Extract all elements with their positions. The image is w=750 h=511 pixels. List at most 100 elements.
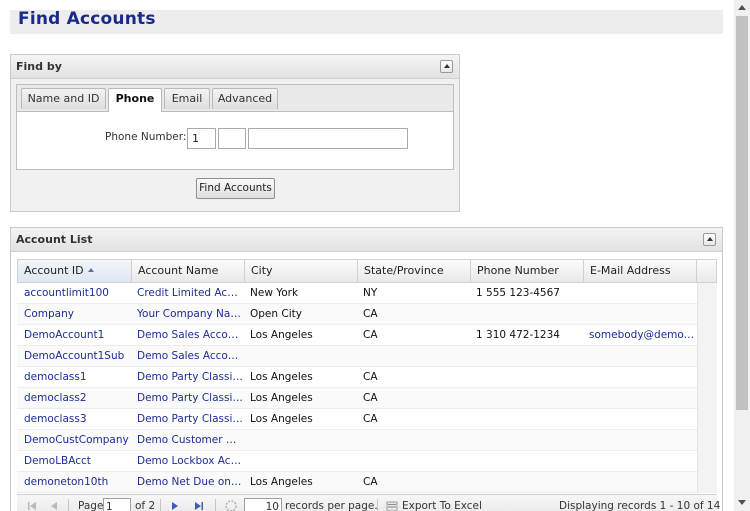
cell-state bbox=[356, 430, 469, 450]
page: Find Accounts Find by Name and ID Phone … bbox=[0, 0, 734, 511]
next-page-icon[interactable] bbox=[169, 500, 181, 511]
cell-email[interactable] bbox=[582, 283, 697, 303]
cell-email[interactable] bbox=[582, 472, 697, 492]
table-row[interactable]: DemoAccount1 Demo Sales Account Los Angele… bbox=[17, 325, 697, 346]
cell-state: CA bbox=[363, 476, 378, 488]
table-row[interactable]: accountlimit100Credit Limited Account New… bbox=[17, 283, 697, 304]
table-row[interactable]: Company Your Company Name Open City CA bbox=[17, 304, 697, 325]
cell-account-name[interactable]: Demo Sales Account bbox=[130, 325, 243, 345]
find-panel-title: Find by bbox=[16, 60, 62, 73]
cell-account-id[interactable]: DemoAccount1Sub bbox=[17, 346, 130, 366]
last-page-icon[interactable] bbox=[193, 500, 205, 511]
refresh-icon[interactable] bbox=[224, 499, 238, 511]
tab-phone[interactable]: Phone bbox=[108, 88, 162, 112]
cell-account-id[interactable]: democlass3 bbox=[17, 409, 130, 429]
column-header-account-id[interactable]: Account ID bbox=[18, 260, 132, 282]
cell-city: Los Angeles bbox=[250, 329, 313, 341]
cell-account-id[interactable]: democlass1 bbox=[17, 367, 130, 387]
cell-email[interactable]: somebody@demo.com bbox=[582, 325, 697, 345]
cell-account-name[interactable]: Demo Net Due on 10th bbox=[130, 472, 243, 492]
cell-account-id[interactable]: accountlimit100 bbox=[17, 283, 130, 303]
column-header-state[interactable]: State/Province bbox=[358, 260, 471, 282]
cell-email[interactable] bbox=[582, 430, 697, 450]
scroll-down-icon[interactable] bbox=[738, 500, 746, 505]
column-header-email[interactable]: E-Mail Address bbox=[584, 260, 697, 282]
phone-area-code-input[interactable] bbox=[218, 128, 246, 149]
cell-account-name[interactable]: Your Company Name bbox=[130, 304, 243, 324]
table-row[interactable]: democlass1Demo Party Classification Los A… bbox=[17, 367, 697, 388]
cell-email[interactable] bbox=[582, 346, 697, 366]
cell-account-name[interactable]: Demo Party Classification bbox=[130, 409, 243, 429]
cell-account-name[interactable]: Demo Party Classification bbox=[130, 388, 243, 408]
separator bbox=[160, 499, 161, 511]
cell-phone bbox=[469, 409, 582, 429]
tab-strip: Name and ID Phone Email Advanced bbox=[17, 85, 453, 112]
find-accounts-button[interactable]: Find Accounts bbox=[196, 178, 275, 199]
table-row[interactable]: democlass2Demo Party Classification Los A… bbox=[17, 388, 697, 409]
cell-account-name[interactable]: Demo Customer Company bbox=[130, 430, 243, 450]
cell-account-id[interactable]: democlass2 bbox=[17, 388, 130, 408]
collapse-icon[interactable] bbox=[440, 60, 453, 73]
window-scrollbar[interactable] bbox=[734, 0, 750, 511]
cell-account-id[interactable]: DemoLBAcct bbox=[17, 451, 130, 471]
table-row[interactable]: DemoAccount1Sub Demo Sales Account bbox=[17, 346, 697, 367]
collapse-icon[interactable] bbox=[703, 233, 716, 246]
page-size-input[interactable]: 10 bbox=[244, 498, 282, 511]
tab-name-and-id[interactable]: Name and ID bbox=[21, 88, 106, 109]
cell-account-name[interactable]: Demo Party Classification bbox=[130, 367, 243, 387]
cell-phone bbox=[469, 388, 582, 408]
cell-state: CA bbox=[363, 392, 378, 404]
scroll-up-icon[interactable] bbox=[738, 5, 746, 10]
export-to-excel-link[interactable]: Export To Excel bbox=[402, 500, 482, 511]
cell-phone bbox=[469, 451, 582, 471]
cell-email[interactable] bbox=[582, 409, 697, 429]
table-row[interactable]: DemoCustCompanyDemo Customer Company bbox=[17, 430, 697, 451]
cell-account-id[interactable]: Company bbox=[17, 304, 130, 324]
cell-account-name[interactable]: Demo Sales Account bbox=[130, 346, 243, 366]
cell-city: New York bbox=[250, 287, 299, 299]
sort-ascending-icon bbox=[87, 268, 94, 272]
cell-email[interactable] bbox=[582, 367, 697, 387]
excel-export-icon[interactable] bbox=[386, 500, 398, 511]
cell-phone bbox=[469, 430, 582, 450]
cell-phone: 1 555 123-4567 bbox=[476, 287, 560, 299]
tab-email[interactable]: Email bbox=[164, 88, 210, 109]
phone-number-label: Phone Number: bbox=[105, 131, 187, 143]
find-panel: Find by Name and ID Phone Email Advanced… bbox=[10, 54, 460, 212]
cell-account-id[interactable]: demoneton10th bbox=[17, 472, 130, 492]
cell-state: CA bbox=[363, 329, 378, 341]
cell-account-id[interactable]: DemoCustCompany bbox=[17, 430, 130, 450]
cell-city bbox=[243, 346, 356, 366]
cell-email[interactable] bbox=[582, 388, 697, 408]
scroll-thumb[interactable] bbox=[736, 16, 748, 410]
table-row[interactable]: DemoLBAcctDemo Lockbox Account bbox=[17, 451, 697, 472]
grid-scrollbar[interactable] bbox=[697, 283, 717, 493]
cell-state bbox=[356, 451, 469, 471]
cell-phone bbox=[469, 367, 582, 387]
page-number-input[interactable]: 1 bbox=[103, 498, 131, 511]
column-header-account-name[interactable]: Account Name bbox=[132, 260, 245, 282]
column-header-city[interactable]: City bbox=[245, 260, 358, 282]
grid-body: demoneton10thDemo Net Due on 10th Los Ang… bbox=[17, 283, 717, 493]
cell-account-name[interactable]: Demo Lockbox Account bbox=[130, 451, 243, 471]
cell-account-name[interactable]: Credit Limited Account bbox=[130, 283, 243, 303]
cell-city: Los Angeles bbox=[250, 371, 313, 383]
page-header: Find Accounts bbox=[10, 9, 723, 34]
table-row[interactable]: democlass3Demo Party Classification Los A… bbox=[17, 409, 697, 430]
phone-number-input[interactable] bbox=[248, 128, 408, 149]
tab-advanced[interactable]: Advanced bbox=[212, 88, 278, 109]
cell-email[interactable] bbox=[582, 304, 697, 324]
table-row[interactable]: demoneton10thDemo Net Due on 10th Los Ang… bbox=[17, 472, 697, 493]
previous-page-icon[interactable] bbox=[48, 500, 60, 511]
first-page-icon[interactable] bbox=[26, 500, 38, 511]
phone-country-code-input[interactable]: 1 bbox=[187, 128, 216, 149]
column-header-phone[interactable]: Phone Number bbox=[471, 260, 584, 282]
display-info: Displaying records 1 - 10 of 14 bbox=[559, 500, 721, 511]
cell-email[interactable] bbox=[582, 451, 697, 471]
cell-account-id[interactable]: DemoAccount1 bbox=[17, 325, 130, 345]
cell-state: CA bbox=[363, 413, 378, 425]
account-list-header: Account List bbox=[11, 228, 722, 252]
cell-city: Open City bbox=[250, 308, 302, 320]
cell-state: CA bbox=[363, 308, 378, 320]
cell-phone bbox=[469, 304, 582, 324]
